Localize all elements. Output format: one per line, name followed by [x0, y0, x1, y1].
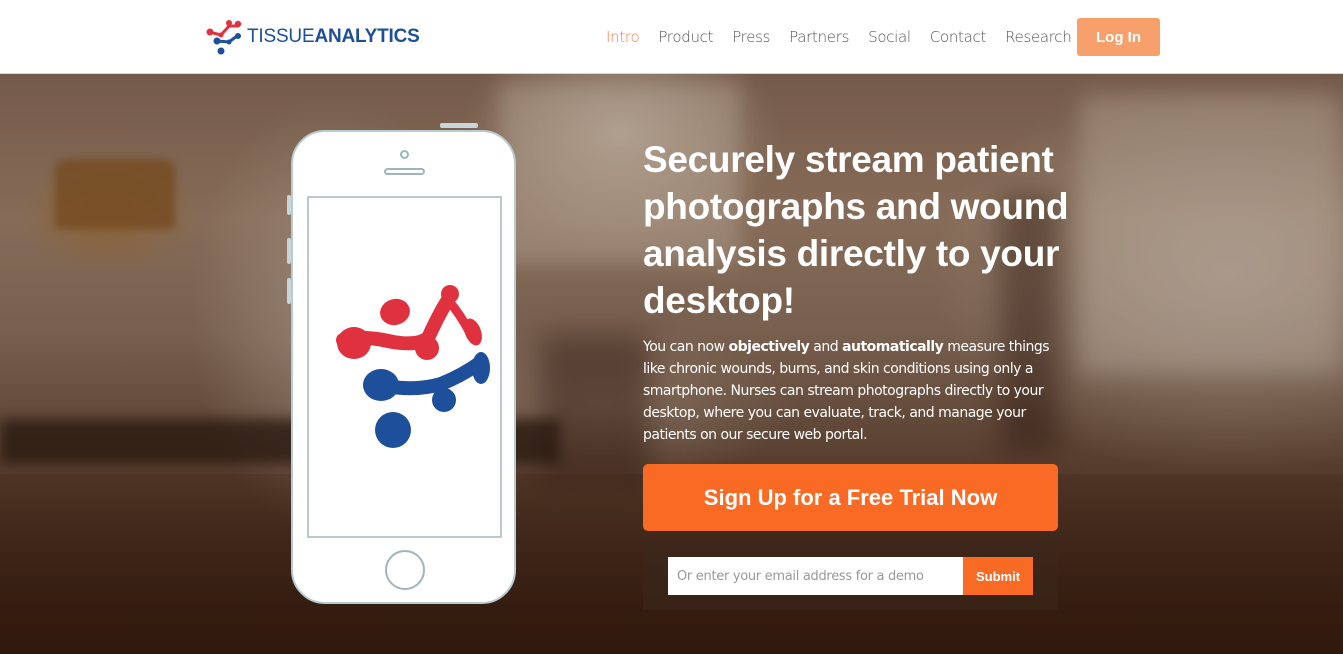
email-demo-panel: Or enter your email address for a demo S…: [643, 541, 1058, 610]
hero-description-text-2: and: [809, 339, 843, 355]
phone-mockup: [291, 130, 516, 604]
brand-logo[interactable]: TISSUEANALYTICS: [205, 18, 420, 56]
nav-item-social[interactable]: Social: [868, 28, 911, 46]
phone-speaker: [384, 168, 425, 175]
hero-headline: Securely stream patient photographs and …: [643, 139, 1069, 321]
site-header: TISSUEANALYTICS Intro Product Press Part…: [0, 0, 1343, 74]
nav-item-contact[interactable]: Contact: [930, 28, 987, 46]
nav-item-research[interactable]: Research: [1005, 28, 1072, 46]
hero-description-bold-2: automatically: [842, 339, 944, 355]
nav-item-partners[interactable]: Partners: [789, 28, 849, 46]
phone-screen: [307, 196, 502, 538]
phone-home-button: [385, 550, 425, 590]
hero-description: You can now objectively and automaticall…: [643, 336, 1063, 446]
nav-item-press[interactable]: Press: [732, 28, 770, 46]
login-button[interactable]: Log In: [1077, 18, 1160, 56]
tissue-analytics-molecule-icon: [206, 20, 242, 55]
submit-button[interactable]: Submit: [963, 557, 1033, 595]
brand-name: TISSUEANALYTICS: [247, 26, 420, 48]
main-nav: Intro Product Press Partners Social Cont…: [606, 28, 1090, 46]
email-input[interactable]: Or enter your email address for a demo: [668, 557, 963, 595]
brand-name-part1: TISSUE: [247, 26, 315, 47]
phone-camera: [400, 150, 409, 159]
brand-name-part2: ANALYTICS: [314, 26, 420, 47]
tissue-analytics-molecule-icon: [336, 285, 490, 448]
nav-item-intro[interactable]: Intro: [606, 28, 640, 46]
hero-description-bold-1: objectively: [728, 339, 810, 355]
hero-description-text-1: You can now: [643, 339, 729, 355]
nav-item-product[interactable]: Product: [658, 28, 713, 46]
phone-power-button: [440, 123, 478, 128]
signup-free-trial-button[interactable]: Sign Up for a Free Trial Now: [643, 464, 1058, 531]
